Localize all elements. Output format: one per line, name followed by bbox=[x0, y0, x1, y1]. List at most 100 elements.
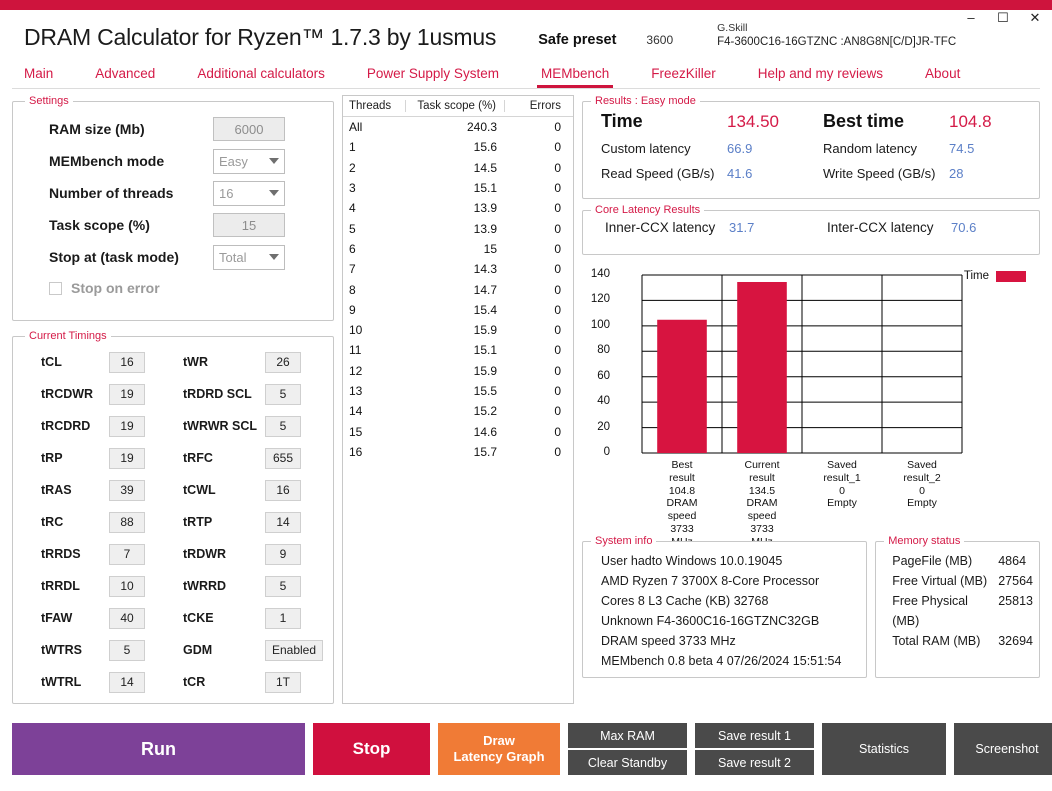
bottom-button-bar: Run Stop Draw Latency Graph Max RAM Clea… bbox=[0, 715, 1052, 791]
best-time-value: 104.8 bbox=[949, 112, 992, 131]
max-ram-button[interactable]: Max RAM bbox=[568, 723, 687, 748]
chart-y-tick-label: 100 bbox=[590, 318, 610, 331]
cell-scope: 15.4 bbox=[473, 302, 497, 317]
tab-main[interactable]: Main bbox=[24, 66, 53, 88]
stop-button[interactable]: Stop bbox=[313, 723, 430, 775]
preset-frequency: 3600 bbox=[646, 33, 674, 47]
table-row: 15 14.6 0 bbox=[343, 421, 573, 441]
chart-x-label-line: Empty bbox=[907, 497, 937, 510]
setting-row-task-scope-: Task scope (%) 15 bbox=[23, 209, 323, 241]
timing-value[interactable]: 14 bbox=[265, 511, 301, 533]
timing-value[interactable]: 5 bbox=[265, 383, 301, 405]
save-result-2-button[interactable]: Save result 2 bbox=[695, 750, 814, 775]
column-header-threads: Threads bbox=[349, 100, 392, 112]
setting-label: MEMbench mode bbox=[49, 153, 165, 169]
results-random-latency: Random latency 74.5 bbox=[811, 141, 1033, 156]
cell-scope: 15.1 bbox=[473, 181, 497, 196]
tab-about[interactable]: About bbox=[925, 66, 960, 88]
tab-help-and-my-reviews[interactable]: Help and my reviews bbox=[758, 66, 883, 88]
run-button[interactable]: Run bbox=[12, 723, 305, 775]
timing-label: tWRWR SCL bbox=[183, 419, 258, 433]
cell-scope: 15 bbox=[483, 241, 497, 256]
tab-advanced[interactable]: Advanced bbox=[95, 66, 155, 88]
inner-ccx-value: 31.7 bbox=[729, 220, 755, 235]
stop-on-error-row[interactable]: Stop on error bbox=[23, 273, 323, 303]
cell-scope: 14.5 bbox=[473, 160, 497, 175]
tab-freezkiller[interactable]: FreezKiller bbox=[651, 66, 716, 88]
memory-status-label: Free Virtual (MB) bbox=[892, 574, 988, 588]
chart-x-label-line: 0 bbox=[919, 484, 925, 497]
timing-label: tRCDWR bbox=[41, 387, 94, 401]
left-column: Settings RAM size (Mb) 6000 MEMbench mode E… bbox=[12, 95, 334, 704]
timing-value[interactable]: 10 bbox=[109, 575, 145, 597]
setting-input[interactable]: 6000 bbox=[213, 117, 285, 141]
results-read-speed: Read Speed (GB/s) 41.6 bbox=[589, 166, 811, 181]
tab-power-supply-system[interactable]: Power Supply System bbox=[367, 66, 499, 88]
write-speed-value: 28 bbox=[949, 166, 964, 181]
memory-status-value: 4864 bbox=[998, 554, 1027, 568]
timing-label: GDM bbox=[183, 643, 213, 657]
statistics-button[interactable]: Statistics bbox=[822, 723, 946, 775]
tab-membench[interactable]: MEMbench bbox=[536, 66, 614, 88]
timing-value[interactable]: 5 bbox=[265, 575, 301, 597]
screenshot-button[interactable]: Screenshot bbox=[954, 723, 1052, 775]
timing-value[interactable]: 655 bbox=[265, 447, 301, 469]
timing-value[interactable]: 26 bbox=[265, 351, 301, 373]
timing-label: tCKE bbox=[183, 611, 214, 625]
save-result-1-button[interactable]: Save result 1 bbox=[695, 723, 814, 748]
timing-value[interactable]: 5 bbox=[109, 639, 145, 661]
memory-status-label: Free Physical (MB) bbox=[892, 594, 968, 628]
memory-status-lines: PageFile (MB) 4864 Free Virtual (MB) 27564 F… bbox=[882, 551, 1033, 651]
timing-row-trc: tRC 88 bbox=[23, 506, 173, 538]
ram-actions-column: Max RAM Clear Standby bbox=[568, 723, 687, 791]
tab-additional-calculators[interactable]: Additional calculators bbox=[197, 66, 325, 88]
table-row: 7 14.3 0 bbox=[343, 259, 573, 279]
setting-dropdown[interactable]: Total bbox=[213, 244, 285, 270]
timing-value[interactable]: 14 bbox=[109, 671, 145, 693]
chart-legend: Time bbox=[964, 270, 1026, 282]
timing-row-twrwr-scl: tWRWR SCL 5 bbox=[173, 410, 323, 442]
threads-table-body: All 240.3 0 1 15.6 0 2 14.5 0 3 15.1 0 4 13.9 0 5 13.9 0 6… bbox=[343, 117, 573, 462]
setting-input[interactable]: 15 bbox=[213, 213, 285, 237]
cell-thread: 1 bbox=[349, 140, 356, 155]
stop-on-error-checkbox[interactable] bbox=[49, 281, 62, 295]
timing-value[interactable]: 1T bbox=[265, 671, 301, 693]
cell-scope: 15.5 bbox=[473, 384, 497, 398]
memory-status-value: 25813 bbox=[998, 594, 1033, 608]
timing-row-twtrl: tWTRL 14 bbox=[23, 666, 173, 698]
table-row: 2 14.5 0 bbox=[343, 158, 573, 178]
table-row: 6 15 0 bbox=[343, 239, 573, 259]
timing-label: tRTP bbox=[183, 515, 213, 529]
clear-standby-button[interactable]: Clear Standby bbox=[568, 750, 687, 775]
timing-value[interactable]: 19 bbox=[109, 383, 145, 405]
chart-legend-label: Time bbox=[963, 270, 989, 282]
settings-legend: Settings bbox=[29, 95, 69, 107]
memory-status-row: Free Physical (MB) 25813 bbox=[882, 591, 1033, 631]
timing-value[interactable]: Enabled bbox=[264, 639, 323, 661]
draw-latency-graph-button[interactable]: Draw Latency Graph bbox=[438, 723, 560, 775]
timing-value[interactable]: 7 bbox=[109, 543, 145, 565]
timings-legend: Current Timings bbox=[29, 330, 107, 342]
setting-dropdown[interactable]: Easy bbox=[213, 148, 285, 174]
chart-x-label-line: DRAM bbox=[746, 497, 778, 510]
timing-value[interactable]: 40 bbox=[109, 607, 145, 629]
timing-value[interactable]: 1 bbox=[265, 607, 301, 629]
page-title: DRAM Calculator for Ryzen™ 1.7.3 by 1usm… bbox=[24, 24, 497, 50]
timing-value[interactable]: 88 bbox=[109, 511, 145, 533]
timing-row-trcdwr: tRCDWR 19 bbox=[23, 378, 173, 410]
timing-value[interactable]: 16 bbox=[265, 479, 301, 501]
timing-value[interactable]: 39 bbox=[109, 479, 145, 501]
threads-table-panel[interactable]: Threads Task scope (%) Errors All 240.3 0 1… bbox=[342, 95, 574, 704]
timing-value[interactable]: 5 bbox=[265, 415, 301, 437]
timing-value[interactable]: 19 bbox=[109, 415, 145, 437]
setting-dropdown[interactable]: 16 bbox=[213, 180, 285, 206]
timing-label: tWTRL bbox=[41, 675, 82, 689]
timing-row-tcwl: tCWL 16 bbox=[173, 474, 323, 506]
table-row: 9 15.4 0 bbox=[343, 300, 573, 320]
timing-value[interactable]: 16 bbox=[109, 351, 145, 373]
timing-value[interactable]: 19 bbox=[109, 447, 145, 469]
best-time-label: Best time bbox=[823, 111, 905, 131]
timing-value[interactable]: 9 bbox=[265, 543, 301, 565]
timing-label: tRRDL bbox=[41, 579, 80, 593]
timing-label: tRRDS bbox=[41, 547, 81, 561]
